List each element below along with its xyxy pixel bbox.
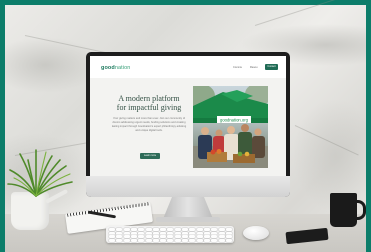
keyboard-key bbox=[196, 231, 203, 235]
keyboard-key bbox=[211, 231, 218, 235]
keyboard-key bbox=[145, 239, 152, 243]
keyboard-key bbox=[152, 228, 159, 231]
keyboard-key bbox=[218, 228, 225, 231]
keyboard-key bbox=[123, 228, 130, 231]
keyboard-key bbox=[123, 235, 130, 239]
mouse bbox=[243, 226, 269, 240]
keyboard-key bbox=[182, 228, 188, 231]
keyboard-key bbox=[182, 231, 188, 235]
keyboard-key bbox=[196, 239, 203, 243]
tent-banner-text: goodnation.org bbox=[220, 117, 249, 122]
site-navbar: goodnation Commu Resou Contact bbox=[90, 56, 286, 78]
keyboard-key bbox=[167, 235, 174, 239]
monitor-chin bbox=[86, 176, 290, 197]
keyboard-key bbox=[174, 231, 181, 235]
keyboard-key bbox=[116, 239, 123, 243]
keyboard-key bbox=[160, 235, 167, 239]
keyboard-key bbox=[145, 235, 152, 239]
keyboard-key bbox=[145, 231, 152, 235]
keyboard-key bbox=[130, 235, 137, 239]
keyboard-key bbox=[138, 228, 145, 231]
imac-monitor: goodnation Commu Resou Contact A modern … bbox=[86, 52, 290, 197]
keyboard-key bbox=[182, 239, 188, 243]
monitor-screen: goodnation Commu Resou Contact A modern … bbox=[90, 56, 286, 176]
hero-title: A modern platform for impactful giving bbox=[116, 94, 182, 112]
keyboard-key bbox=[225, 239, 232, 243]
keyboard-key bbox=[211, 228, 218, 231]
keyboard-key bbox=[138, 235, 145, 239]
keyboard-key bbox=[218, 231, 225, 235]
site-logo[interactable]: goodnation bbox=[101, 65, 130, 71]
keyboard-key bbox=[130, 231, 137, 235]
keyboard-key bbox=[174, 235, 181, 239]
keyboard-key bbox=[189, 239, 196, 243]
keyboard-key bbox=[218, 239, 225, 243]
keyboard-key bbox=[160, 239, 167, 243]
hero-body-text: Your giving matters and more than ever. … bbox=[111, 117, 187, 132]
keyboard-key bbox=[203, 231, 210, 235]
keyboard-key bbox=[123, 239, 130, 243]
keyboard-key bbox=[109, 231, 115, 235]
hero-section: A modern platform for impactful giving Y… bbox=[90, 78, 286, 176]
keyboard bbox=[106, 226, 234, 243]
keyboard-key bbox=[211, 235, 218, 239]
keyboard-key bbox=[109, 235, 115, 239]
keyboard-key bbox=[160, 228, 167, 231]
keyboard-key bbox=[130, 228, 137, 231]
nav-link-community[interactable]: Commu bbox=[233, 66, 242, 69]
keyboard-key bbox=[109, 239, 115, 243]
keyboard-key bbox=[109, 228, 115, 231]
keyboard-key bbox=[203, 239, 210, 243]
keyboard-key bbox=[189, 228, 196, 231]
keyboard-key bbox=[152, 235, 159, 239]
keyboard-key bbox=[160, 231, 167, 235]
keyboard-key bbox=[116, 228, 123, 231]
keyboard-key bbox=[116, 231, 123, 235]
keyboard-key bbox=[152, 239, 159, 243]
hero-photo: goodnation.org bbox=[193, 86, 268, 168]
keyboard-key bbox=[145, 228, 152, 231]
keyboard-key bbox=[138, 239, 145, 243]
nav-link-resources[interactable]: Resou bbox=[250, 66, 258, 69]
keyboard-key bbox=[174, 239, 181, 243]
keyboard-key bbox=[211, 239, 218, 243]
keyboard-key bbox=[123, 231, 130, 235]
nav-contact-button[interactable]: Contact bbox=[265, 64, 278, 70]
keyboard-key bbox=[196, 235, 203, 239]
keyboard-key bbox=[225, 231, 232, 235]
keyboard-key bbox=[167, 231, 174, 235]
keyboard-key bbox=[218, 235, 225, 239]
keyboard-key bbox=[203, 228, 210, 231]
keyboard-key bbox=[203, 235, 210, 239]
mug-handle bbox=[353, 200, 366, 220]
keyboard-key bbox=[189, 235, 196, 239]
keyboard-key bbox=[130, 239, 137, 243]
hero-cta-button[interactable]: Learn more bbox=[140, 153, 160, 159]
keyboard-key bbox=[196, 228, 203, 231]
keyboard-key bbox=[182, 235, 188, 239]
keyboard-key bbox=[225, 228, 232, 231]
keyboard-key bbox=[174, 228, 181, 231]
keyboard-key bbox=[167, 228, 174, 231]
keyboard-key bbox=[152, 231, 159, 235]
keyboard-key bbox=[116, 235, 123, 239]
monitor-stand-base bbox=[156, 217, 220, 222]
keyboard-key bbox=[138, 231, 145, 235]
plant-leaves bbox=[7, 149, 73, 197]
keyboard-key bbox=[189, 231, 196, 235]
keyboard-key bbox=[225, 235, 232, 239]
keyboard-key bbox=[167, 239, 174, 243]
